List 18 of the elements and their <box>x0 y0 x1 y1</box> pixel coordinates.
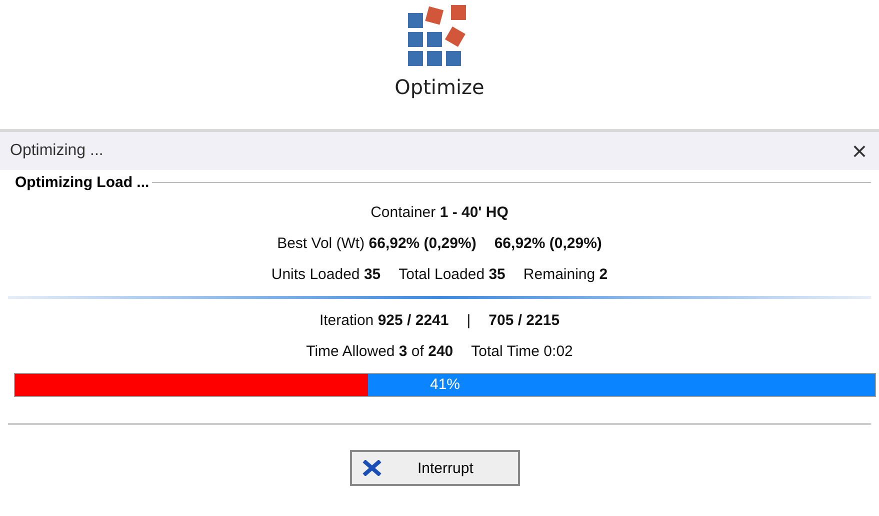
stat-text: 705 / 2215 <box>488 312 560 329</box>
interrupt-button[interactable]: Interrupt <box>350 450 520 486</box>
stat-text: Total Time 0:02 <box>471 343 573 360</box>
stat-text: Iteration 925 / 2241 <box>319 312 449 329</box>
close-icon <box>362 460 382 476</box>
optimize-button[interactable]: Optimize <box>394 3 484 99</box>
group-label: Optimizing Load ... <box>15 174 150 190</box>
stat-text: Remaining 2 <box>523 266 608 283</box>
stat-text: 66,92% (0,29%) <box>494 235 602 252</box>
stat-text: Best Vol (Wt) 66,92% (0,29%) <box>277 235 476 252</box>
stat-text: Time Allowed 3 of 240 <box>306 343 454 360</box>
stat-text: Container 1 - 40' HQ <box>370 204 508 221</box>
stat-text: | <box>466 312 471 329</box>
dialog-title: Optimizing ... <box>10 142 104 160</box>
stat-text: Total Loaded 35 <box>398 266 506 283</box>
stat-text: Units Loaded 35 <box>271 266 381 283</box>
close-button[interactable]: × <box>848 138 871 164</box>
progress-reading: 41% <box>430 376 460 393</box>
